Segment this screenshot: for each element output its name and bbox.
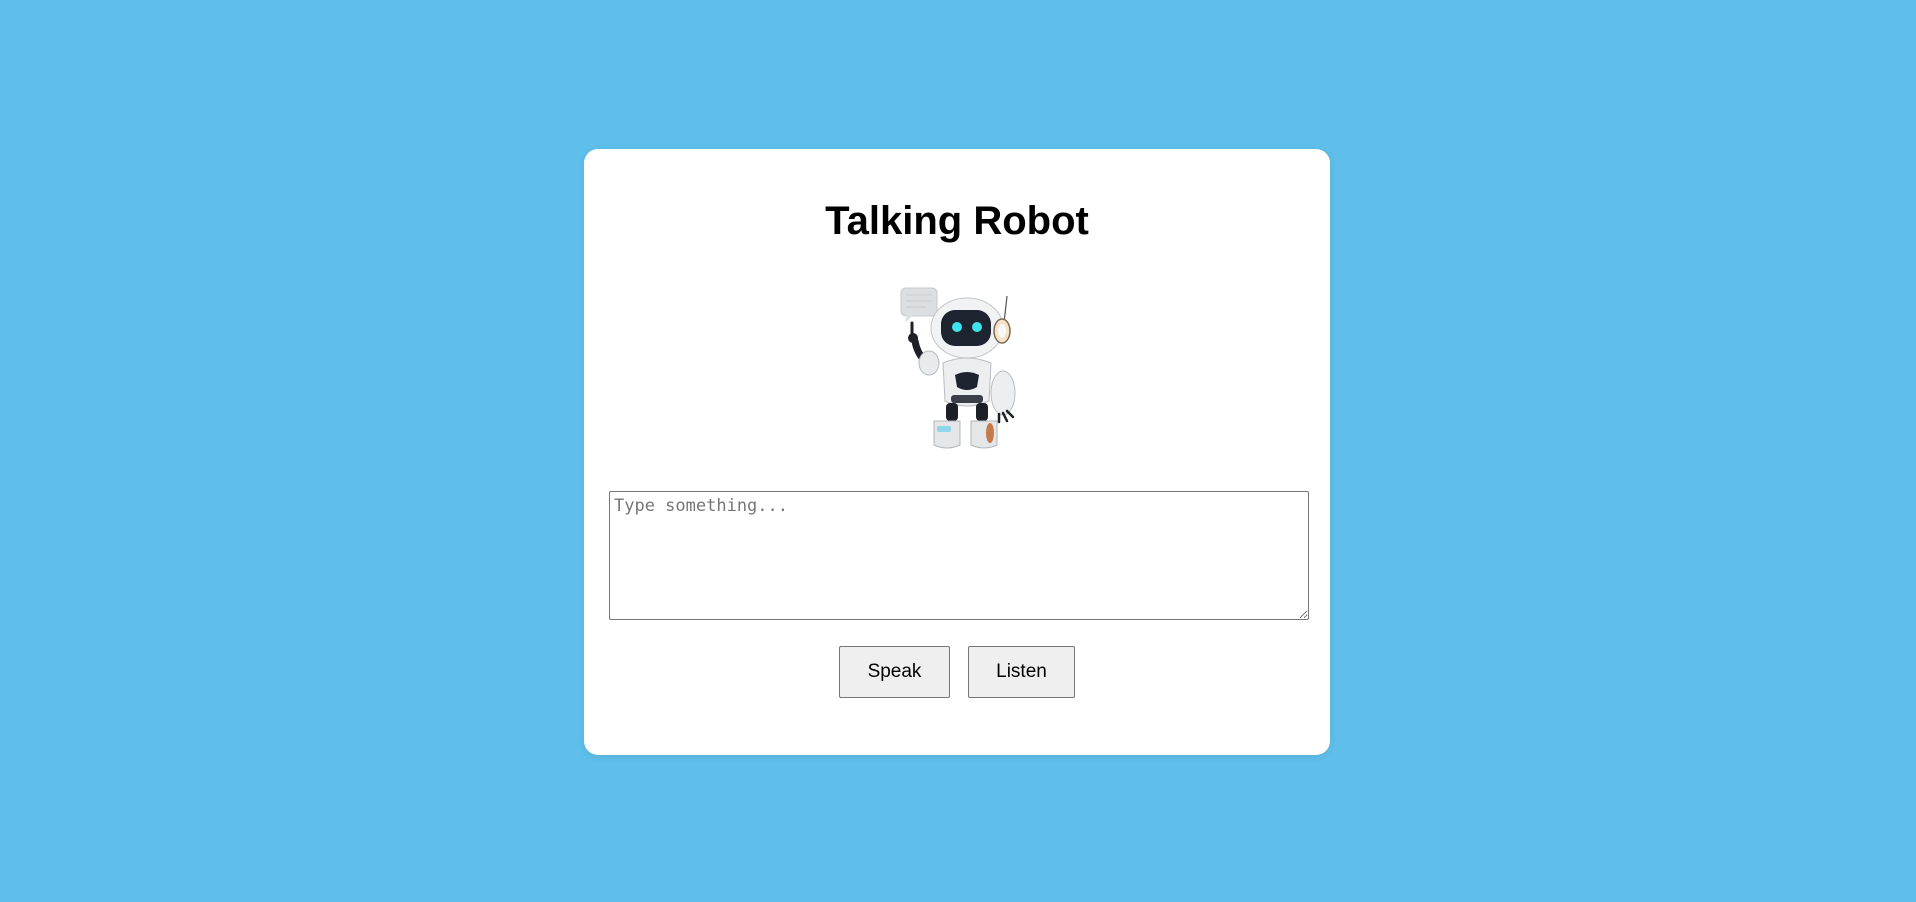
page-title: Talking Robot [825,199,1089,243]
robot-card: Talking Robot Type something... Speak Li… [584,149,1330,755]
listen-button[interactable]: Listen [968,646,1075,698]
robot-image [900,287,1016,449]
speech-bubble-icon [900,287,938,323]
speak-button[interactable]: Speak [839,646,950,698]
message-input[interactable] [609,491,1309,620]
